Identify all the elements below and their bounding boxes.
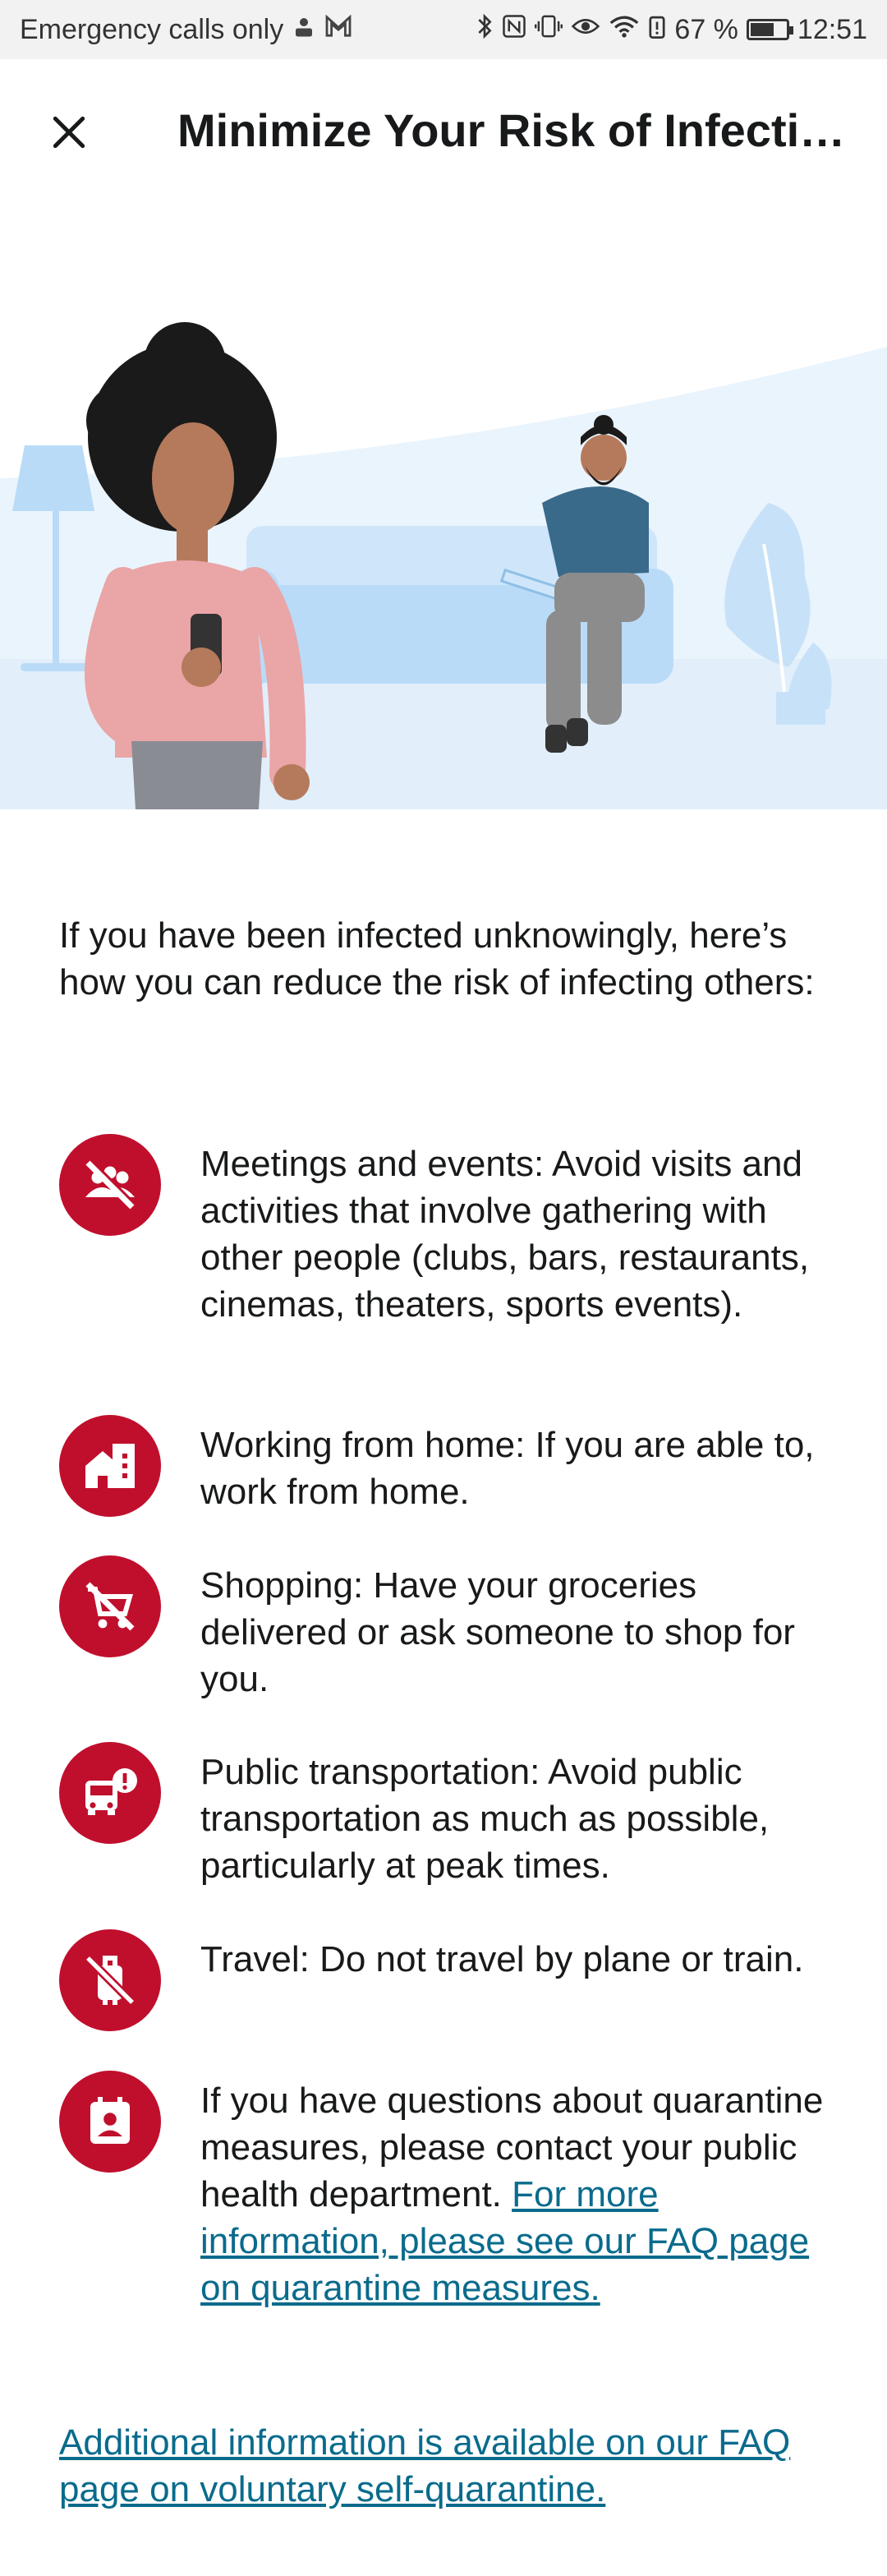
self-quarantine-faq-link-container: Additional information is available on o… — [59, 2419, 815, 2513]
gmail-icon — [324, 14, 352, 44]
home-work-icon — [59, 1415, 161, 1517]
list-item: If you have questions about quarantine m… — [59, 2071, 848, 2311]
no-luggage-icon — [59, 1929, 161, 2031]
self-quarantine-faq-link[interactable]: Additional information is available on o… — [59, 2422, 790, 2509]
close-icon — [53, 116, 85, 149]
battery-icon — [746, 19, 793, 40]
rule-text: Meetings and events: Avoid visits and ac… — [200, 1144, 810, 1325]
people-at-home-illustration — [0, 199, 887, 809]
wifi-icon — [609, 14, 640, 45]
page-title: Minimize Your Risk of Infecti… — [177, 104, 846, 156]
bus-alert-icon — [59, 1742, 161, 1844]
status-left-text: Emergency calls only — [20, 13, 284, 45]
contact-card-icon — [59, 2071, 161, 2173]
list-item: Shopping: Have your groceries delivered … — [59, 1555, 848, 1703]
list-item: Working from home: If you are able to, w… — [59, 1415, 848, 1517]
bluetooth-icon — [476, 13, 494, 46]
no-gathering-icon — [59, 1134, 161, 1236]
list-item: Travel: Do not travel by plane or train. — [59, 1929, 848, 2031]
rule-text: Public transportation: Avoid public tran… — [200, 1752, 770, 1886]
rule-text: If you have questions about quarantine m… — [200, 2077, 833, 2311]
intro-text: If you have been infected unknowingly, h… — [59, 915, 815, 1002]
rule-text: Working from home: If you are able to, w… — [200, 1425, 815, 1512]
nfc-icon — [502, 14, 526, 45]
vibrate-icon — [535, 14, 563, 45]
app-header: Minimize Your Risk of Infecti… — [0, 59, 887, 199]
account-icon — [292, 14, 316, 45]
close-button[interactable] — [41, 104, 97, 160]
status-bar: Emergency calls only 67 % 12:51 — [0, 0, 887, 59]
battery-percent: 67 % — [674, 13, 738, 45]
no-shopping-cart-icon — [59, 1555, 161, 1657]
rule-text: Travel: Do not travel by plane or train. — [200, 1939, 804, 1979]
rule-text: Shopping: Have your groceries delivered … — [200, 1565, 795, 1699]
list-item: Public transportation: Avoid public tran… — [59, 1742, 848, 1889]
status-time: 12:51 — [797, 13, 867, 45]
battery-alert-icon — [648, 14, 666, 45]
eye-icon — [571, 16, 600, 44]
list-item: Meetings and events: Avoid visits and ac… — [59, 1134, 848, 1328]
